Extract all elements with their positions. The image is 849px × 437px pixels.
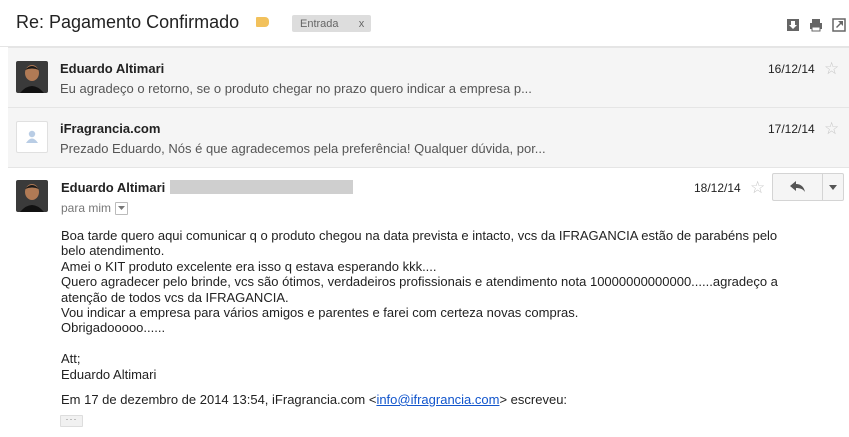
label-chip-text[interactable]: Entrada [300,18,339,30]
quote-header: Em 17 de dezembro de 2014 13:54, iFragra… [61,392,567,407]
body-line: Eduardo Altimari [61,366,157,382]
star-icon[interactable]: ☆ [824,120,839,137]
reply-icon [789,181,805,192]
quote-suffix: > escreveu: [499,392,568,407]
message-date: 17/12/14 [768,122,815,136]
message-snippet: Prezado Eduardo, Nós é que agradecemos p… [60,141,546,156]
label-chip[interactable]: Entrada x [292,15,371,32]
body-line: Quero agradecer pelo brinde, vcs são óti… [61,274,778,305]
new-window-icon[interactable] [832,18,846,32]
body-line: Obrigadooooo...... [61,320,166,336]
collapsed-message[interactable]: Eduardo Altimari Eu agradeço o retorno, … [8,47,849,108]
print-icon[interactable] [809,18,823,32]
star-icon[interactable]: ☆ [750,179,765,196]
message-body: Boa tarde quero aqui comunicar q o produ… [61,228,801,382]
sender-name: iFragrancia.com [60,121,161,136]
body-line: Amei o KIT produto excelente era isso q … [61,258,437,274]
show-trimmed-content-button[interactable]: ··· [60,415,83,427]
body-line [61,336,801,351]
redacted-email [170,180,353,194]
avatar [16,180,48,212]
body-line: Boa tarde quero aqui comunicar q o produ… [61,228,778,259]
message-date: 18/12/14 [694,181,741,195]
recipient-line: para mim [61,201,129,215]
thread-subject: Re: Pagamento Confirmado [16,12,240,32]
recipient-text: para mim [61,201,112,215]
show-details-button[interactable] [115,201,129,215]
quote-prefix: Em 17 de dezembro de 2014 13:54, iFragra… [61,392,377,407]
sender-name[interactable]: Eduardo Altimari [61,180,165,195]
body-line: Vou indicar a empresa para vários amigos… [61,305,579,321]
collapsed-message[interactable]: iFragrancia.com Prezado Eduardo, Nós é q… [8,107,849,168]
reply-button[interactable] [772,173,823,201]
message-snippet: Eu agradeço o retorno, se o produto cheg… [60,81,532,96]
email-link[interactable]: info@ifragrancia.com [376,392,499,407]
star-icon[interactable]: ☆ [824,60,839,77]
body-line: Att; [61,351,81,367]
download-icon[interactable] [786,18,800,32]
chevron-down-icon [829,184,837,190]
reply-group [772,173,844,201]
message-divider [8,167,849,168]
message-date: 16/12/14 [768,62,815,76]
chevron-down-icon [118,206,126,210]
more-options-button[interactable] [823,173,844,201]
remove-label-button[interactable]: x [353,18,371,30]
default-person-icon [26,130,38,143]
avatar [16,121,48,153]
important-marker-icon[interactable] [256,17,269,27]
avatar [16,61,48,93]
sender-name: Eduardo Altimari [60,61,165,76]
